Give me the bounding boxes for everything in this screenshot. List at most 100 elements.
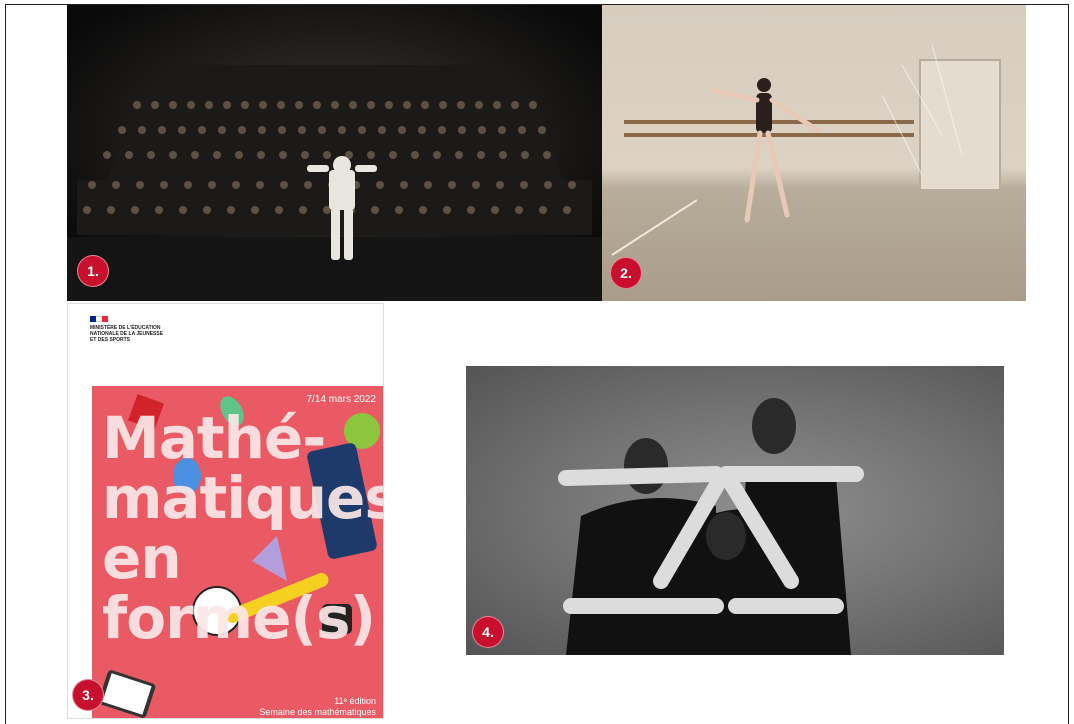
crowd-figure <box>203 206 211 214</box>
crowd-figure <box>385 101 393 109</box>
crowd-figure <box>529 101 537 109</box>
crowd-figure <box>367 101 375 109</box>
crowd-figure <box>371 206 379 214</box>
number-badge: 2. <box>610 257 642 289</box>
crowd-figure <box>520 181 528 189</box>
crowd-figure <box>275 206 283 214</box>
crowd-figure <box>88 181 96 189</box>
crowd-figure <box>280 181 288 189</box>
crowd-figure <box>475 101 483 109</box>
crowd-figure <box>323 151 331 159</box>
crowd-figure <box>395 206 403 214</box>
crowd-figure <box>543 151 551 159</box>
crowd-figure <box>478 126 486 134</box>
poster-event: Semaine des mathématiques <box>259 707 376 717</box>
crowd-figure <box>403 101 411 109</box>
crowd-figure <box>147 151 155 159</box>
number-badge: 1. <box>77 255 109 287</box>
crowd-figure <box>438 126 446 134</box>
crowd-figure <box>259 101 267 109</box>
crowd-figure <box>184 181 192 189</box>
crowd-figure <box>439 101 447 109</box>
crowd-figure <box>238 126 246 134</box>
title-line: matiques <box>102 464 384 532</box>
crowd-figure <box>331 101 339 109</box>
poster-mathematiques: MINISTÈRE DE L'ÉDUCATION NATIONALE DE LA… <box>67 303 384 719</box>
crowd-figure <box>443 206 451 214</box>
crowd-figure <box>103 151 111 159</box>
crowd-figure <box>278 126 286 134</box>
crowd-figure <box>155 206 163 214</box>
crowd-figure <box>418 126 426 134</box>
crowd-figure <box>136 181 144 189</box>
crowd-figure <box>304 181 312 189</box>
crowd-figure <box>538 126 546 134</box>
crowd-figure <box>133 101 141 109</box>
crowd-figure <box>419 206 427 214</box>
crowd-figure <box>227 206 235 214</box>
french-flag-icon <box>90 316 108 322</box>
crowd-figure <box>568 181 576 189</box>
crowd-figure <box>491 206 499 214</box>
crowd-figure <box>378 126 386 134</box>
crowd-figure <box>424 181 432 189</box>
crowd-figure <box>313 101 321 109</box>
crowd-figure <box>191 151 199 159</box>
crowd-figure <box>521 151 529 159</box>
ministry-header: MINISTÈRE DE L'ÉDUCATION NATIONALE DE LA… <box>90 316 170 343</box>
crowd-figure <box>160 181 168 189</box>
crowd-figure <box>544 181 552 189</box>
crowd-figure <box>235 151 243 159</box>
crowd-figure <box>457 101 465 109</box>
crowd-figure <box>499 151 507 159</box>
crowd-figure <box>258 126 266 134</box>
crowd-figure <box>477 151 485 159</box>
photo-trio-arms: 4. <box>466 366 1004 655</box>
crowd-figure <box>279 151 287 159</box>
crowd-figure <box>256 181 264 189</box>
crowd-figure <box>433 151 441 159</box>
crowd-figure <box>169 151 177 159</box>
crowd-figure <box>498 126 506 134</box>
number-badge: 3. <box>72 679 104 711</box>
crowd-figure <box>151 101 159 109</box>
crowd-figure <box>205 101 213 109</box>
poster-edition: 11ᵉ édition <box>334 696 376 706</box>
crowd-figure <box>455 151 463 159</box>
crowd-figure <box>112 181 120 189</box>
crowd-figure <box>358 126 366 134</box>
poster-footer: 11ᵉ édition Semaine des mathématiques <box>259 696 376 718</box>
crowd-figure <box>515 206 523 214</box>
crowd-figure <box>277 101 285 109</box>
crowd-figure <box>298 126 306 134</box>
poster-title: Mathé- matiques en forme(s) <box>102 408 384 652</box>
crowd-figure <box>179 206 187 214</box>
crowd-figure <box>158 126 166 134</box>
crowd-figure <box>232 181 240 189</box>
crowd-figure <box>421 101 429 109</box>
title-line: forme(s) <box>102 584 376 652</box>
crowd-figure <box>83 206 91 214</box>
crowd-figure <box>467 206 475 214</box>
crowd-figure <box>458 126 466 134</box>
crowd-figure <box>169 101 177 109</box>
photo-ballet-studio: 2. <box>602 5 1026 301</box>
crowd-figure <box>125 151 133 159</box>
crowd-figure <box>301 151 309 159</box>
crowd-figure <box>349 101 357 109</box>
crowd-figure <box>367 151 375 159</box>
crowd-figure <box>295 101 303 109</box>
crowd-figure <box>257 151 265 159</box>
crowd-figure <box>376 181 384 189</box>
crowd-figure <box>187 101 195 109</box>
photo-stage-dancers: 1. <box>67 5 602 301</box>
crowd-figure <box>448 181 456 189</box>
crowd-figure <box>241 101 249 109</box>
ministry-text: MINISTÈRE DE L'ÉDUCATION NATIONALE DE LA… <box>90 325 164 343</box>
number-badge: 4. <box>472 616 504 648</box>
crowd-figure <box>208 181 216 189</box>
crowd-figure <box>493 101 501 109</box>
poster-artwork: 7/14 mars 2022 Mathé- matiques en forme(… <box>92 386 384 718</box>
crowd-figure <box>398 126 406 134</box>
crowd-figure <box>218 126 226 134</box>
